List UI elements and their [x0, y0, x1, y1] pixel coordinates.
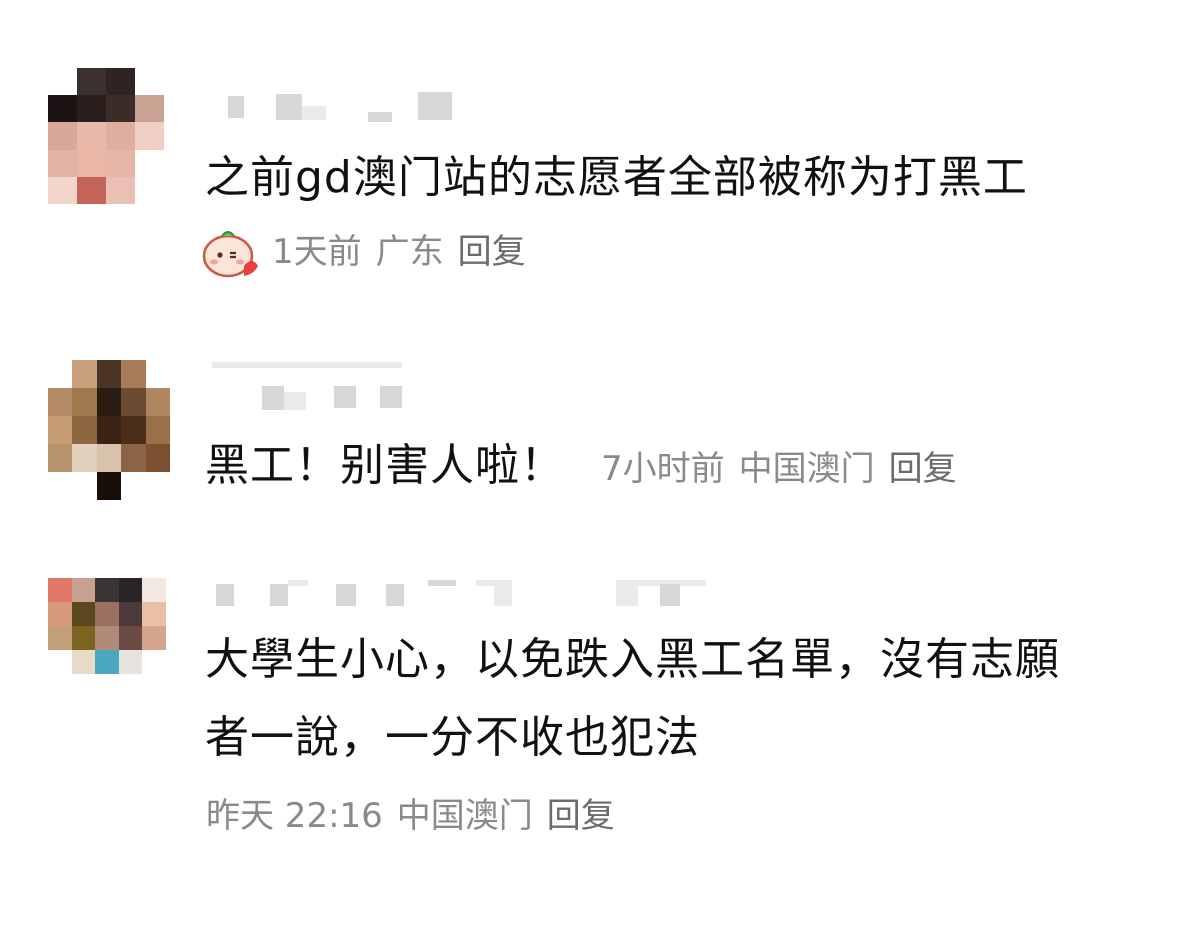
comment-meta: 7小时前 中国澳门 回复 — [601, 449, 971, 489]
avatar[interactable] — [48, 360, 170, 500]
comment-text-row: 黑工！别害人啦！ 7小时前 中国澳门 回复 — [205, 430, 971, 505]
reply-button[interactable]: 回复 — [458, 232, 526, 272]
blushing-face-sticker-icon — [202, 231, 258, 278]
username-blurred[interactable] — [228, 92, 468, 128]
comment-location: 广东 — [375, 232, 444, 272]
comment-text-line-2: 者一說，一分不收也犯法 — [205, 712, 700, 763]
comment-list: 之前gd澳门站的志愿者全部被称为打黑工 1天前 广东 回复 黑工！别害人啦！ 7… — [0, 0, 1200, 940]
username-blurred[interactable] — [212, 362, 412, 416]
comment-meta: 昨天 22:16 中国澳门 回复 — [206, 796, 629, 836]
comment-text: 黑工！别害人啦！ — [205, 440, 565, 491]
comment-location: 中国澳门 — [396, 796, 533, 836]
reply-button[interactable]: 回复 — [889, 449, 957, 489]
comment-text: 之前gd澳门站的志愿者全部被称为打黑工 — [205, 152, 1028, 203]
reply-button[interactable]: 回复 — [547, 796, 615, 836]
comment-meta: 1天前 广东 回复 — [272, 232, 540, 272]
comment-time: 7小时前 — [601, 449, 725, 489]
comment-time: 1天前 — [272, 232, 362, 272]
comment-location: 中国澳门 — [738, 449, 875, 489]
avatar[interactable] — [48, 68, 164, 204]
avatar[interactable] — [48, 578, 166, 674]
username-blurred[interactable] — [212, 578, 712, 608]
comment-time: 昨天 22:16 — [206, 796, 383, 836]
comment-text-line-1: 大學生小心，以免跌入黑工名單，沒有志願 — [205, 634, 1060, 685]
